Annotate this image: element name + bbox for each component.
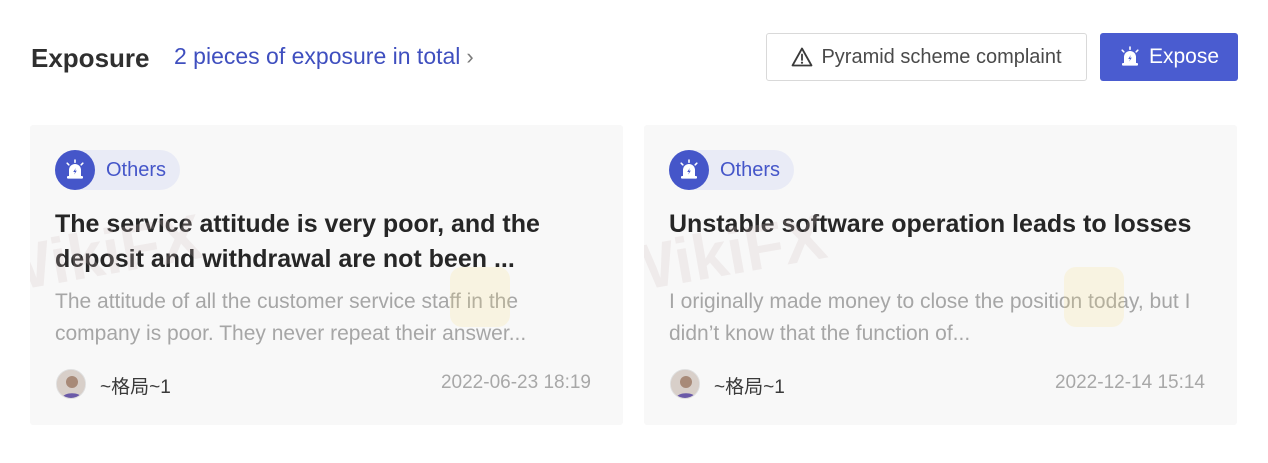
author-name: ~格局~1 bbox=[714, 377, 785, 398]
category-tag: Others bbox=[55, 150, 181, 190]
exposure-total-link[interactable]: 2 pieces of exposure in total › bbox=[174, 43, 474, 70]
card-description: The attitude of all the customer service… bbox=[55, 290, 527, 345]
author-name: ~格局~1 bbox=[100, 377, 171, 398]
chevron-right-icon: › bbox=[466, 44, 474, 69]
card-title: Unstable software operation leads to los… bbox=[669, 210, 1192, 238]
pyramid-complaint-label: Pyramid scheme complaint bbox=[821, 45, 1062, 68]
section-title: Exposure bbox=[31, 43, 150, 73]
avatar bbox=[56, 369, 86, 399]
expose-button[interactable]: Expose bbox=[1100, 33, 1238, 81]
siren-icon bbox=[669, 150, 709, 190]
card-title: The service attitude is very poor, and t… bbox=[55, 210, 540, 273]
expose-label: Expose bbox=[1148, 45, 1220, 68]
card-description: I originally made money to close the pos… bbox=[669, 290, 1191, 345]
exposure-card[interactable]: Others Unstable software operation leads… bbox=[644, 125, 1237, 425]
pyramid-complaint-button[interactable]: Pyramid scheme complaint bbox=[766, 33, 1087, 81]
post-timestamp: 2022-06-23 18:19 bbox=[440, 372, 591, 393]
category-tag-label: Others bbox=[106, 158, 167, 181]
siren-icon bbox=[55, 150, 95, 190]
siren-icon bbox=[1121, 46, 1139, 66]
post-timestamp: 2022-12-14 15:14 bbox=[1054, 372, 1205, 393]
category-tag-label: Others bbox=[720, 158, 781, 181]
category-tag: Others bbox=[669, 150, 795, 190]
exposure-total-label: 2 pieces of exposure in total bbox=[174, 43, 461, 69]
warning-icon bbox=[792, 47, 813, 67]
exposure-card[interactable]: Others The service attitude is very poor… bbox=[30, 125, 623, 425]
avatar bbox=[670, 369, 700, 399]
exposure-header: Exposure 2 pieces of exposure in total › … bbox=[30, 33, 1238, 81]
